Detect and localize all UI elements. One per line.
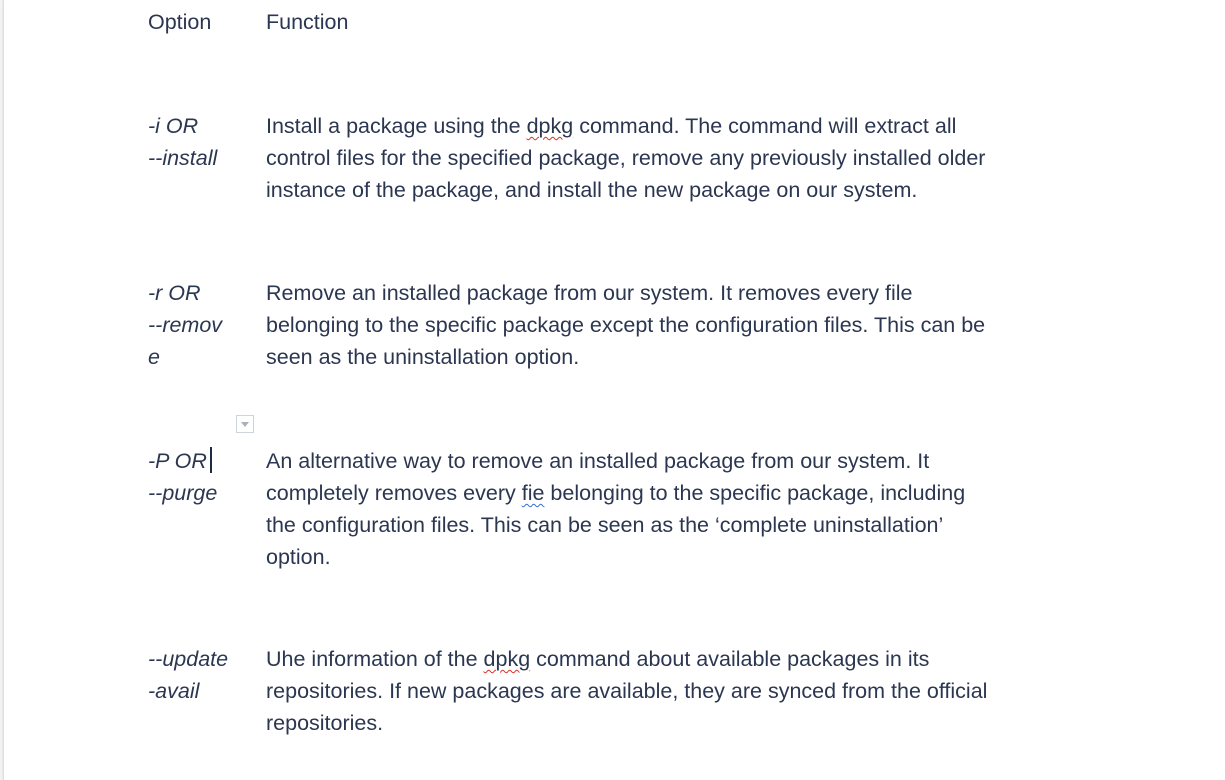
option-line: -P OR xyxy=(148,445,240,477)
option-cell[interactable]: -P OR --purge xyxy=(148,445,240,509)
text-segment: Install a package using the xyxy=(266,114,521,138)
function-line: Uhe information of the dpkg command abou… xyxy=(266,643,1078,675)
text-segment: belonging to the specific package, inclu… xyxy=(550,481,966,505)
function-line: Remove an installed package from our sys… xyxy=(266,281,913,305)
option-line: -r OR xyxy=(148,281,201,305)
option-line: --update xyxy=(148,647,229,671)
text-cursor xyxy=(209,447,212,473)
header-function[interactable]: Function xyxy=(266,6,1078,38)
text-segment: completely removes every xyxy=(266,481,516,505)
function-cell[interactable]: Uhe information of the dpkg command abou… xyxy=(266,643,1078,739)
option-line: --remov xyxy=(148,313,223,337)
document-page[interactable]: Option Function -i OR --install Install … xyxy=(4,0,1225,780)
spellcheck-word[interactable]: fie xyxy=(522,481,545,505)
chevron-down-icon[interactable] xyxy=(236,415,254,433)
function-cell[interactable]: Remove an installed package from our sys… xyxy=(266,277,1078,373)
function-line: completely removes every fie belonging t… xyxy=(266,477,1078,509)
function-line: repositories. xyxy=(266,711,384,735)
option-line: -avail xyxy=(148,679,200,703)
function-line: the configuration files. This can be see… xyxy=(266,513,944,537)
function-line: belonging to the specific package except… xyxy=(266,313,986,337)
function-line: instance of the package, and install the… xyxy=(266,178,918,202)
option-line: --install xyxy=(148,146,218,170)
option-text: -P OR xyxy=(148,449,207,473)
option-cell[interactable]: -r OR --remov e xyxy=(148,277,240,373)
function-cell[interactable]: An alternative way to remove an installe… xyxy=(266,445,1078,573)
text-segment: Uhe information of the xyxy=(266,647,478,671)
function-line: Install a package using the dpkg command… xyxy=(266,110,1078,142)
option-line: -i OR xyxy=(148,114,199,138)
header-option[interactable]: Option xyxy=(148,6,240,38)
function-line: control files for the specified package,… xyxy=(266,146,986,170)
text-segment: command. The command will extract all xyxy=(579,114,957,138)
function-line: An alternative way to remove an installe… xyxy=(266,449,930,473)
option-cell[interactable]: --update -avail xyxy=(148,643,240,707)
spellcheck-word[interactable]: dpkg xyxy=(484,647,531,671)
function-line: repositories. If new packages are availa… xyxy=(266,679,988,703)
option-cell[interactable]: -i OR --install xyxy=(148,110,240,174)
option-line: --purge xyxy=(148,481,218,505)
function-line: option. xyxy=(266,545,331,569)
function-line: seen as the uninstallation option. xyxy=(266,345,580,369)
spellcheck-word[interactable]: dpkg xyxy=(527,114,574,138)
option-line: e xyxy=(148,345,160,369)
function-cell[interactable]: Install a package using the dpkg command… xyxy=(266,110,1078,206)
text-segment: command about available packages in its xyxy=(536,647,930,671)
